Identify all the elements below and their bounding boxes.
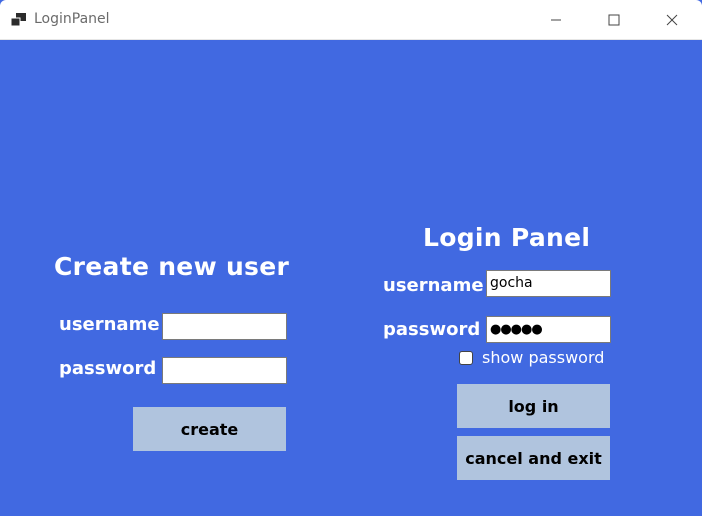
show-password-checkbox[interactable] (459, 351, 473, 365)
maximize-button[interactable] (585, 0, 643, 40)
client-area: Create new user username password create… (0, 40, 702, 516)
login-username-label: username (383, 275, 484, 296)
create-user-heading: Create new user (54, 252, 290, 281)
create-button[interactable]: create (133, 407, 286, 451)
login-panel-heading: Login Panel (423, 223, 591, 252)
close-button[interactable] (643, 0, 701, 40)
window-title: LoginPanel (34, 11, 110, 27)
login-button[interactable]: log in (457, 384, 610, 428)
login-password-label: password (383, 319, 481, 340)
minimize-icon (550, 11, 562, 30)
create-username-field[interactable] (162, 313, 287, 340)
create-password-label: password (59, 358, 157, 379)
create-password-field[interactable] (162, 357, 287, 384)
app-window-icon (10, 12, 27, 27)
minimize-button[interactable] (527, 0, 585, 40)
cancel-exit-button[interactable]: cancel and exit (457, 436, 610, 480)
maximize-icon (608, 11, 620, 30)
login-password-field[interactable]: ●●●●● (486, 316, 611, 343)
show-password-label[interactable]: show password (482, 348, 604, 367)
close-icon (666, 11, 678, 30)
create-username-label: username (59, 314, 160, 335)
login-username-field[interactable]: gocha (486, 270, 611, 297)
title-bar: LoginPanel (0, 0, 702, 40)
login-panel-window: LoginPanel Create new user username pass… (0, 0, 702, 516)
